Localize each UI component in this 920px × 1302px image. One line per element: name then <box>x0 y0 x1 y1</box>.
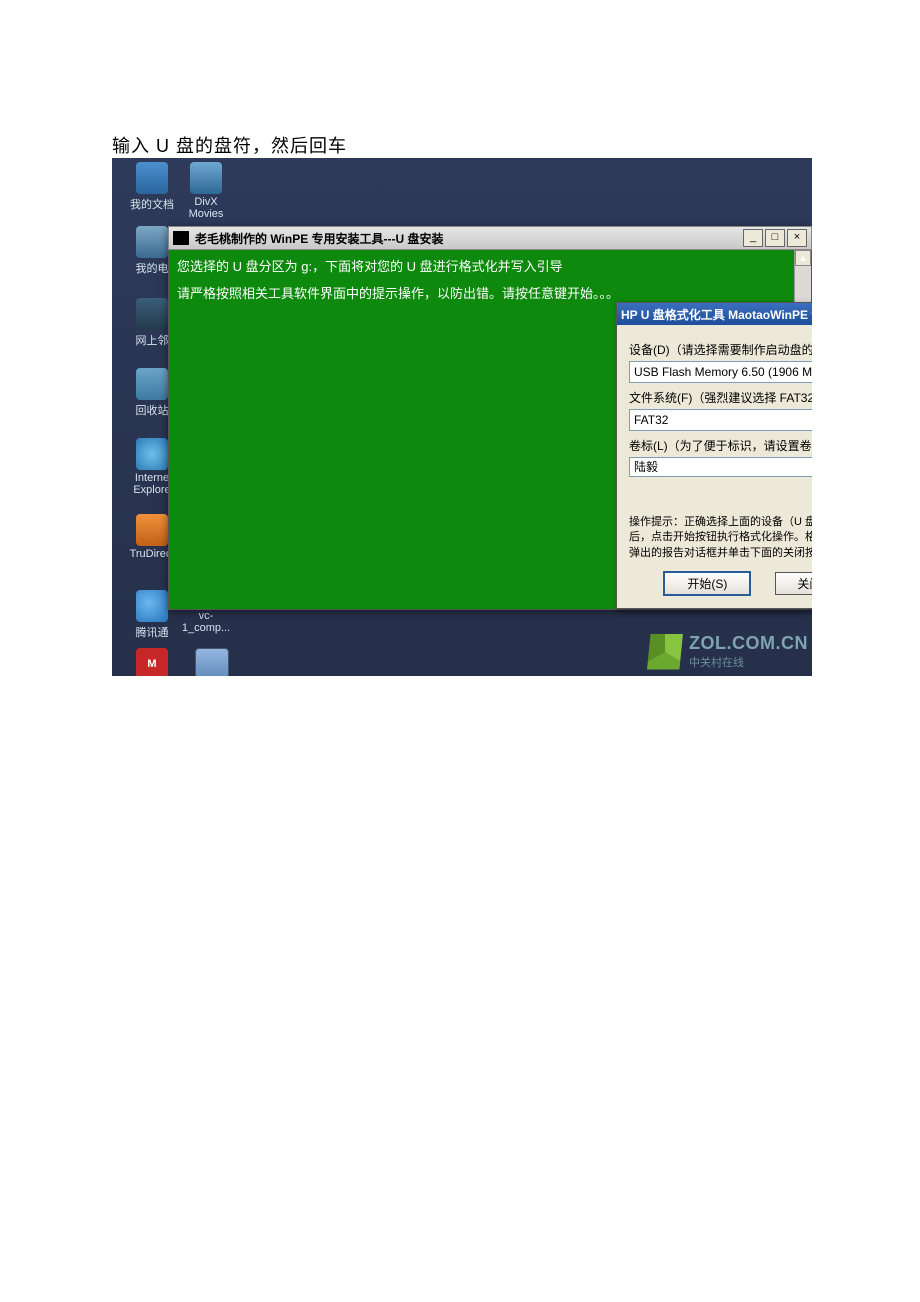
icon-label: DivX Movies <box>176 196 236 220</box>
scroll-up-button[interactable]: ▲ <box>795 250 811 266</box>
close-button[interactable]: 关闭(C) <box>775 572 812 595</box>
device-label: 设备(D)（请选择需要制作启动盘的 U 盘） <box>629 341 812 358</box>
my-documents-icon <box>136 162 168 194</box>
screenshot-frame: 我的文档 DivX Movies 我的电 网上邻 回收站 Interne Exp… <box>112 158 812 676</box>
desktop-icon-divx[interactable]: DivX Movies <box>176 162 236 220</box>
device-value: USB Flash Memory 6.50 (1906 MB) (G:\) <box>630 365 812 379</box>
icon-label: vc-1_comp... <box>176 610 236 634</box>
console-titlebar[interactable]: 老毛桃制作的 WinPE 专用安装工具---U 盘安装 _ □ × <box>168 226 812 250</box>
watermark-line1: ZOL.COM.CN <box>689 633 808 654</box>
m-icon: M <box>136 648 168 676</box>
console-line-2: 请严格按照相关工具软件界面中的提示操作，以防出错。请按任意键开始。。。 <box>177 283 803 302</box>
recycle-bin-icon <box>136 368 168 400</box>
zol-logo-icon <box>647 634 683 670</box>
watermark-line2: 中关村在线 <box>689 654 808 670</box>
filesystem-label: 文件系统(F)（强烈建议选择 FAT32，兼容性好） <box>629 389 812 406</box>
filesystem-value: FAT32 <box>630 413 812 427</box>
cmd-icon <box>173 231 189 245</box>
trudirect-icon <box>136 514 168 546</box>
dialog-titlebar[interactable]: HP U 盘格式化工具 MaotaoWinPE 专用版 × <box>617 303 812 325</box>
qq-icon <box>136 590 168 622</box>
filesystem-combobox[interactable]: FAT32 ▼ <box>629 409 812 431</box>
operation-hint: 操作提示：正确选择上面的设备（U 盘）和格式化选项后，点击开始按钮执行格式化操作… <box>629 515 812 561</box>
volume-label-label: 卷标(L)（为了便于标识，请设置卷标） <box>629 437 812 454</box>
close-button[interactable]: × <box>787 229 807 247</box>
start-button[interactable]: 开始(S) <box>663 571 751 596</box>
desktop-icon-m[interactable]: M <box>122 648 182 676</box>
my-computer-icon <box>136 226 168 258</box>
maximize-button[interactable]: □ <box>765 229 785 247</box>
dialog-title: HP U 盘格式化工具 MaotaoWinPE 专用版 <box>621 306 812 323</box>
desktop-icon-file[interactable] <box>182 648 242 676</box>
icon-label: 腾讯通 <box>122 624 182 640</box>
device-combobox[interactable]: USB Flash Memory 6.50 (1906 MB) (G:\) ▼ <box>629 361 812 383</box>
icon-label: 我的文档 <box>122 196 182 212</box>
divx-icon <box>190 162 222 194</box>
zol-watermark: ZOL.COM.CN 中关村在线 <box>647 633 808 670</box>
ie-icon <box>136 438 168 470</box>
console-line-1: 您选择的 U 盘分区为 g:，下面将对您的 U 盘进行格式化并写入引导 <box>177 256 803 275</box>
minimize-button[interactable]: _ <box>743 229 763 247</box>
network-icon <box>136 298 168 330</box>
file-icon <box>195 648 229 676</box>
volume-label-input[interactable]: 陆毅 <box>629 457 812 477</box>
desktop-icon-my-documents[interactable]: 我的文档 <box>122 162 182 212</box>
console-title: 老毛桃制作的 WinPE 专用安装工具---U 盘安装 <box>195 230 743 247</box>
desktop-icon-vc1-comp[interactable]: vc-1_comp... <box>176 610 236 634</box>
caption-text: 输入 U 盘的盘符，然后回车 <box>112 132 347 158</box>
